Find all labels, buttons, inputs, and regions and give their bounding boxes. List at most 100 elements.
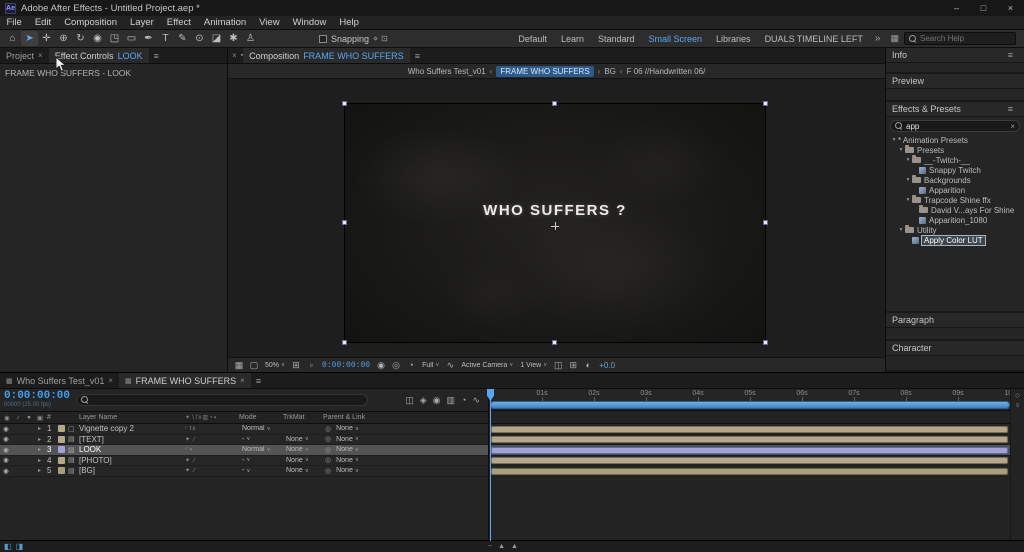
panel-menu-icon[interactable]: ≡ [154,51,159,61]
composition-viewer[interactable]: WHO SUFFERS ? [228,79,885,357]
layer-visibility-icon[interactable]: ◉ [0,456,12,464]
layer-switches[interactable]: ✦ ∕ [185,436,239,443]
twisty-icon[interactable]: ▾ [890,137,898,143]
effects-search-input[interactable] [906,122,1007,131]
snapping-checkbox[interactable] [319,35,327,43]
breadcrumb-item[interactable]: F 06 //Handwritten 06/ [627,67,706,76]
tree-item[interactable]: ▾__-Twitch-__ [886,155,1024,165]
timeline-tab[interactable]: ▦FRAME WHO SUFFERS× [119,373,251,388]
layer-track[interactable] [490,424,1010,435]
pixel-aspect-icon[interactable]: ◫ [551,360,565,371]
workspace-learn[interactable]: Learn [554,34,591,44]
help-search-input[interactable] [920,34,1011,43]
layer-row[interactable]: ◉▸2▤[TEXT]✦ ∕-∨None∨◎None∨ [0,435,488,446]
layer-twirl-icon[interactable]: ▸ [38,425,47,432]
tab-composition[interactable]: Composition FRAME WHO SUFFERS [243,48,410,63]
tree-item[interactable]: ▾Trapcode Shine ffx [886,195,1024,205]
layer-switches[interactable]: ∕ ◐ [185,447,239,453]
snapshot-icon[interactable]: ◉ [374,360,388,371]
breadcrumb-item[interactable]: FRAME WHO SUFFERS [496,66,593,77]
panel-menu-icon[interactable]: ≡ [1008,50,1013,60]
character-panel-header[interactable]: Character [886,341,1024,356]
selection-tool[interactable]: ➤ [21,31,38,46]
pickwhip-icon[interactable]: ◎ [325,425,331,433]
pan-behind-tool[interactable]: ◳ [106,31,123,46]
timeline-nav-marker-icon[interactable]: ▲ [498,543,505,550]
home-tool[interactable]: ⌂ [4,31,21,46]
tree-item[interactable]: Apparition_1080 [886,215,1024,225]
layer-visibility-icon[interactable]: ◉ [0,446,12,454]
layer-twirl-icon[interactable]: ▸ [38,436,47,443]
timecode[interactable]: 0:00:00:00 [4,391,70,402]
type-tool[interactable]: T [157,31,174,46]
tree-item[interactable]: Apparition [886,185,1024,195]
layer-name[interactable]: LOOK [79,445,185,454]
workspace-default[interactable]: Default [511,34,554,44]
selection-handle[interactable] [342,101,347,106]
timeline-search-input[interactable] [92,396,363,405]
twisty-icon[interactable]: ▾ [904,177,912,183]
layer-parent-dropdown[interactable]: None∨ [333,436,362,443]
breadcrumb-item[interactable]: Who Suffers Test_v01 [408,67,486,76]
monitor-icon[interactable]: ▢ [247,360,261,371]
status-icon-2[interactable]: ◨ [16,542,24,551]
layer-track[interactable] [490,435,1010,446]
paragraph-panel-header[interactable]: Paragraph [886,313,1024,328]
layer-visibility-icon[interactable]: ◉ [0,467,12,475]
close-icon[interactable]: × [108,376,113,385]
layer-track[interactable] [490,466,1010,477]
twisty-icon[interactable]: ▾ [897,227,905,233]
timeline-search-box[interactable] [76,394,368,406]
layer-visibility-icon[interactable]: ◉ [0,425,12,433]
timeline-nav-minus-icon[interactable]: − [488,543,492,550]
menu-view[interactable]: View [253,17,286,28]
draft-3d-icon[interactable]: ◈ [420,395,427,406]
panel-menu-icon[interactable]: ≡ [415,51,420,61]
current-time-indicator[interactable] [490,389,491,541]
layer-switches[interactable]: ✦ ∕ [185,467,239,474]
workspace-overflow-icon[interactable]: » [870,33,886,44]
region-of-interest-icon[interactable]: ▫ [304,360,318,370]
maximize-button[interactable]: □ [970,0,997,16]
column-layer-name[interactable]: Layer Name [79,414,185,421]
comp-flowchart-icon[interactable]: ⊞ [566,360,580,371]
motion-blur-icon[interactable]: ◔ [461,395,466,406]
frame-blending-icon[interactable]: ▥ [447,395,456,406]
layer-label-chip[interactable] [58,425,65,432]
layer-parent-dropdown[interactable]: None∨ [333,457,362,464]
eraser-tool[interactable]: ◪ [208,31,225,46]
menu-window[interactable]: Window [286,17,333,28]
layer-name[interactable]: [BG] [79,466,185,475]
close-icon[interactable]: × [232,51,237,60]
menu-animation[interactable]: Animation [197,17,252,28]
timeline-options-icon[interactable]: ≡ [1016,403,1020,409]
layer-parent-dropdown[interactable]: None∨ [333,446,362,453]
effects-presets-header[interactable]: Effects & Presets ≡ [886,102,1024,117]
tree-item[interactable]: David V...ays For Shine [886,205,1024,215]
tree-item[interactable]: ▾Backgrounds [886,175,1024,185]
work-area-bar[interactable] [490,401,1010,409]
tab-effect-controls[interactable]: Effect Controls LOOK [49,48,149,63]
layer-mode-dropdown[interactable]: -∨ [239,467,283,474]
show-channels-icon[interactable]: ◔ [404,360,418,370]
menu-edit[interactable]: Edit [28,17,57,28]
brush-tool[interactable]: ✎ [174,31,191,46]
layer-duration-bar[interactable] [491,436,1008,443]
selection-handle[interactable] [552,340,557,345]
close-button[interactable]: × [997,0,1024,16]
pickwhip-icon[interactable]: ◎ [325,467,331,475]
tab-project[interactable]: Project × [0,48,49,63]
panel-menu-icon[interactable]: ≡ [1008,104,1013,114]
column-parent-link[interactable]: Parent & Link [323,414,488,421]
layer-label-chip[interactable] [58,457,65,464]
pickwhip-icon[interactable]: ◎ [325,435,331,443]
timeline-tab[interactable]: ▦Who Suffers Test_v01× [0,373,119,388]
current-time-display[interactable]: 0:00:00:00 00000 (25.00 fps) [4,391,70,409]
snap-option-1-icon[interactable]: ⋄ [373,34,378,43]
apps-icon[interactable]: ▦ [885,33,904,44]
layer-trkmat-dropdown[interactable]: None∨ [283,457,323,464]
info-panel-header[interactable]: Info ≡ [886,48,1024,63]
menu-help[interactable]: Help [333,17,366,28]
layer-mode-dropdown[interactable]: Normal∨ [239,425,283,432]
layer-mode-dropdown[interactable]: Normal∨ [239,446,283,453]
